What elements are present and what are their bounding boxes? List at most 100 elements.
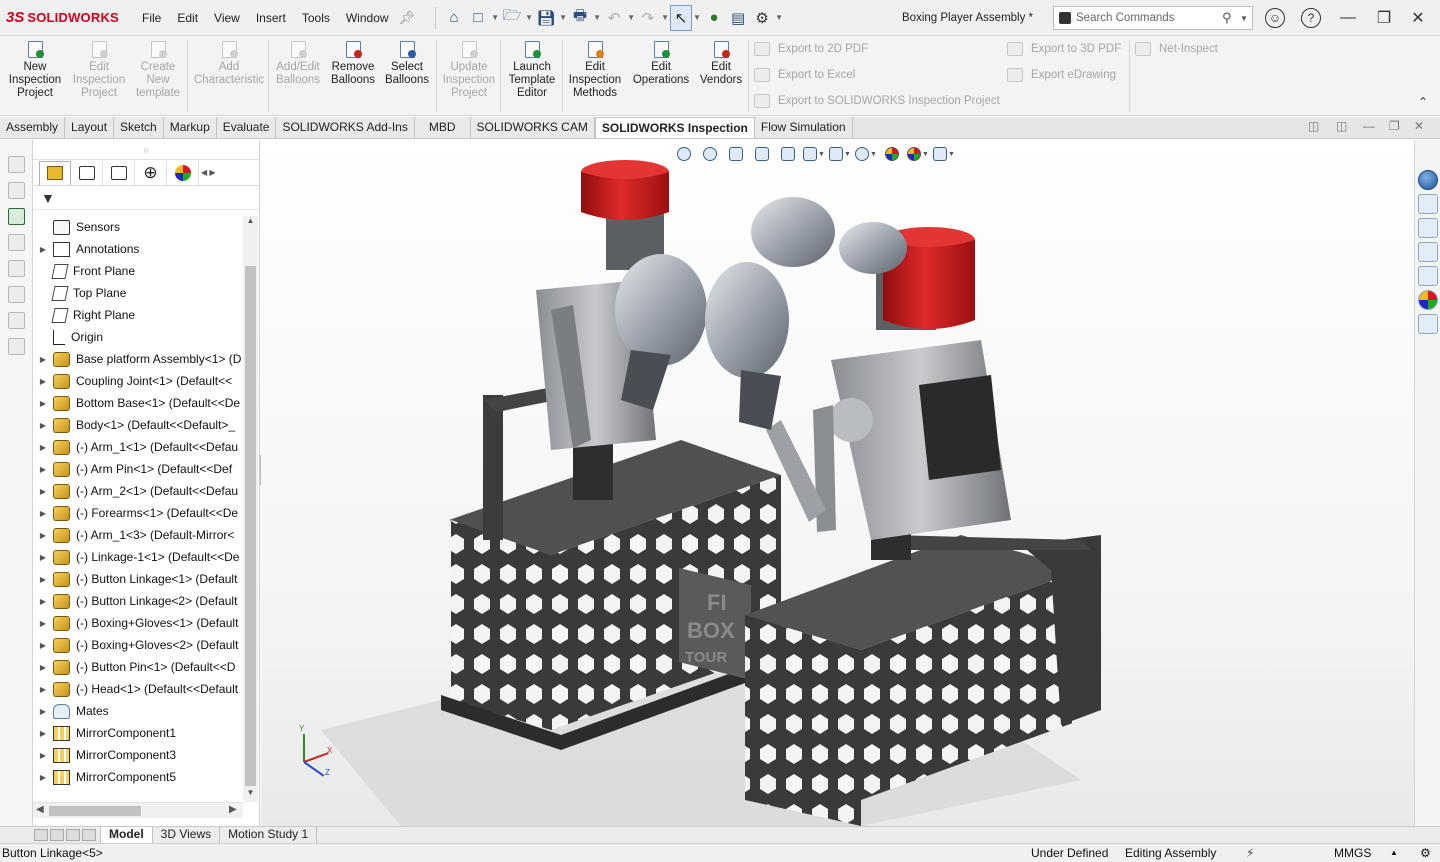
- tree-node[interactable]: Top Plane: [33, 282, 126, 304]
- balloon-tool-icon[interactable]: [8, 234, 25, 251]
- tree-node[interactable]: ▶ MirrorComponent1: [33, 722, 176, 744]
- tree-node[interactable]: ▶ (-) Arm Pin<1> (Default<<Def: [33, 458, 232, 480]
- help-icon[interactable]: ?: [1301, 8, 1321, 28]
- tab-configuration-manager[interactable]: [103, 160, 135, 185]
- tab-markup[interactable]: Markup: [163, 117, 217, 138]
- tree-node[interactable]: ▶ Mates: [33, 700, 109, 722]
- expand-arrow-icon[interactable]: ▶: [33, 465, 53, 474]
- tile-left-icon[interactable]: ◫: [1308, 119, 1319, 133]
- custom-properties-icon[interactable]: [1418, 314, 1438, 334]
- tab-solidworks-inspection[interactable]: SOLIDWORKS Inspection: [594, 117, 755, 138]
- search-input[interactable]: Search Commands: [1076, 12, 1222, 24]
- rebuild-traffic-light-icon[interactable]: ●: [702, 6, 726, 30]
- menu-window[interactable]: Window: [338, 0, 397, 36]
- tab-feature-tree[interactable]: [39, 160, 71, 185]
- doc-minimize-icon[interactable]: —: [1363, 119, 1375, 133]
- tree-node[interactable]: ▶ (-) Button Pin<1> (Default<<D: [33, 656, 235, 678]
- tab-model[interactable]: Model: [100, 827, 153, 843]
- redo-icon[interactable]: ↷: [636, 6, 660, 30]
- help-status-icon[interactable]: ⚙: [1420, 844, 1431, 862]
- expand-arrow-icon[interactable]: ▶: [33, 443, 53, 452]
- menu-file[interactable]: File: [134, 0, 169, 36]
- pin-menu-icon[interactable]: 📌︎: [399, 10, 416, 26]
- expand-arrow-icon[interactable]: ▶: [33, 575, 53, 584]
- tree-node[interactable]: Sensors: [33, 216, 120, 238]
- chevron-down-icon[interactable]: ▼: [626, 13, 636, 22]
- tree-node[interactable]: ▶ (-) Head<1> (Default<<Default: [33, 678, 238, 700]
- chevron-down-icon[interactable]: ▼: [524, 13, 534, 22]
- chevron-down-icon[interactable]: ▼: [592, 13, 602, 22]
- last-tab-icon[interactable]: [82, 829, 96, 841]
- tree-vertical-scrollbar[interactable]: ▲ ▼: [243, 216, 258, 802]
- weld-symbol-icon[interactable]: [8, 338, 25, 355]
- menu-insert[interactable]: Insert: [248, 0, 294, 36]
- expand-arrow-icon[interactable]: ▶: [33, 641, 53, 650]
- home-icon[interactable]: ⌂: [442, 6, 466, 30]
- expand-arrow-icon[interactable]: ▶: [33, 487, 53, 496]
- tree-node[interactable]: ▶ (-) Boxing+Gloves<2> (Default: [33, 634, 238, 656]
- design-library-icon[interactable]: [1418, 218, 1438, 238]
- options-gear-icon[interactable]: ⚙: [750, 6, 774, 30]
- edit-vendors-button[interactable]: Edit Vendors: [696, 40, 746, 87]
- tree-node[interactable]: ▶ (-) Arm_1<3> (Default-Mirror<: [33, 524, 234, 546]
- tab-assembly[interactable]: Assembly: [0, 117, 66, 138]
- expand-arrow-icon[interactable]: ▶: [33, 355, 53, 364]
- edit-inspection-methods-button[interactable]: Edit Inspection Methods: [566, 40, 624, 100]
- tab-motion-study-1[interactable]: Motion Study 1: [220, 827, 318, 843]
- tree-node[interactable]: Front Plane: [33, 260, 135, 282]
- filter-funnel-icon[interactable]: ▼: [41, 190, 55, 206]
- tab-display-manager[interactable]: [167, 160, 199, 185]
- net-inspect-button[interactable]: Net-Inspect: [1135, 42, 1218, 56]
- add-characteristic-button[interactable]: Add Characteristic: [191, 40, 267, 87]
- expand-arrow-icon[interactable]: ▶: [33, 377, 53, 386]
- tree-node[interactable]: ▶ Coupling Joint<1> (Default<<: [33, 370, 232, 392]
- chevron-down-icon[interactable]: ▼: [558, 13, 568, 22]
- tab-sketch[interactable]: Sketch: [114, 117, 164, 138]
- chevron-down-icon[interactable]: ▼: [660, 13, 670, 22]
- edit-inspection-project-button[interactable]: Edit Inspection Project: [68, 40, 130, 100]
- restore-icon[interactable]: ❐: [1374, 8, 1394, 28]
- first-tab-icon[interactable]: [34, 829, 48, 841]
- tab-dimxpert-manager[interactable]: ⊕: [135, 160, 167, 185]
- remove-balloons-button[interactable]: Remove Balloons: [327, 40, 379, 87]
- tab-solidworks-cam[interactable]: SOLIDWORKS CAM: [470, 117, 595, 138]
- chevron-down-icon[interactable]: ▼: [1240, 14, 1252, 23]
- expand-arrow-icon[interactable]: ▶: [33, 509, 53, 518]
- scroll-left-icon[interactable]: ◀: [36, 804, 44, 815]
- tab-layout[interactable]: Layout: [65, 117, 115, 138]
- export-3d-pdf-button[interactable]: Export to 3D PDF: [1007, 42, 1121, 56]
- chevron-down-icon[interactable]: ▼: [490, 13, 500, 22]
- expand-arrow-icon[interactable]: ▶: [33, 245, 53, 254]
- doc-close-icon[interactable]: ✕: [1414, 119, 1424, 133]
- select-balloons-button[interactable]: Select Balloons: [381, 40, 433, 87]
- prev-tab-icon[interactable]: [50, 829, 64, 841]
- create-new-template-button[interactable]: Create New template: [130, 40, 186, 100]
- tree-horizontal-scrollbar[interactable]: ◀ ▶: [33, 802, 243, 818]
- update-inspection-project-button[interactable]: Update Inspection Project: [440, 40, 498, 100]
- expand-arrow-icon[interactable]: ▶: [33, 663, 53, 672]
- unit-system-selector[interactable]: MMGS: [1334, 844, 1371, 862]
- tab-3d-views[interactable]: 3D Views: [153, 827, 221, 843]
- export-2d-pdf-button[interactable]: Export to 2D PDF: [754, 42, 868, 56]
- open-folder-icon[interactable]: 🗁︎: [500, 6, 524, 30]
- tree-node[interactable]: ▶ (-) Button Linkage<1> (Default: [33, 568, 237, 590]
- expand-arrow-icon[interactable]: ▶: [33, 751, 53, 760]
- search-icon[interactable]: ⚲: [1222, 10, 1240, 26]
- expand-arrow-icon[interactable]: ▶: [33, 773, 53, 782]
- menu-edit[interactable]: Edit: [169, 0, 206, 36]
- tab-evaluate[interactable]: Evaluate: [216, 117, 277, 138]
- save-icon[interactable]: 💾︎: [534, 6, 558, 30]
- tree-filter[interactable]: ▼: [33, 186, 259, 210]
- tree-node[interactable]: ▶ Bottom Base<1> (Default<<De: [33, 392, 240, 414]
- tree-node[interactable]: ▶ MirrorComponent3: [33, 744, 176, 766]
- datum-icon[interactable]: [8, 260, 25, 277]
- expand-arrow-icon[interactable]: ▶: [33, 399, 53, 408]
- tree-node[interactable]: Right Plane: [33, 304, 135, 326]
- expand-arrow-icon[interactable]: ▶: [33, 685, 53, 694]
- rebuild-status-icon[interactable]: ⚡: [1246, 844, 1254, 862]
- menu-tools[interactable]: Tools: [294, 0, 338, 36]
- select-arrow-icon[interactable]: ↖: [670, 4, 693, 31]
- new-inspection-project-button[interactable]: New Inspection Project: [4, 40, 66, 100]
- tree-node[interactable]: ▶ Body<1> (Default<<Default>_: [33, 414, 235, 436]
- panel-grip-icon[interactable]: ○: [33, 140, 259, 160]
